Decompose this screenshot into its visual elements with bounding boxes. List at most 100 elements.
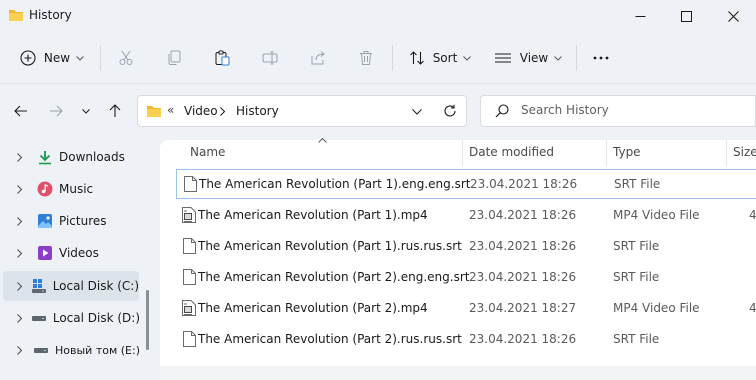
sort-button[interactable]: Sort bbox=[404, 40, 476, 76]
chevron-right-icon[interactable] bbox=[17, 313, 23, 323]
search-box[interactable] bbox=[480, 95, 756, 127]
sidebar-scrollbar[interactable] bbox=[146, 290, 149, 350]
column-divider[interactable] bbox=[462, 140, 463, 166]
sidebar-item-videos[interactable]: Videos bbox=[0, 238, 140, 268]
share-button[interactable] bbox=[304, 40, 332, 76]
more-options-button[interactable] bbox=[586, 40, 616, 76]
file-type: SRT File bbox=[614, 177, 661, 191]
rename-button[interactable] bbox=[256, 40, 284, 76]
folder-icon bbox=[8, 8, 24, 22]
column-header-type[interactable]: Type bbox=[613, 145, 641, 159]
view-icon bbox=[494, 51, 512, 65]
file-row[interactable]: The American Revolution (Part 2).mp4 23.… bbox=[176, 293, 756, 323]
new-label: New bbox=[43, 51, 71, 65]
paste-button[interactable] bbox=[208, 40, 236, 76]
toolbar-bottom-divider bbox=[0, 83, 756, 84]
file-row[interactable]: The American Revolution (Part 2).rus.rus… bbox=[176, 324, 756, 354]
close-button[interactable] bbox=[710, 0, 756, 32]
chevron-right-icon[interactable] bbox=[17, 248, 29, 258]
arrow-up-icon bbox=[109, 104, 121, 118]
chevron-down-icon[interactable] bbox=[412, 109, 422, 115]
video-file-icon bbox=[181, 207, 197, 223]
file-row[interactable]: The American Revolution (Part 1).eng.eng… bbox=[176, 169, 756, 199]
pictures-icon bbox=[37, 213, 53, 229]
chevron-right-icon[interactable] bbox=[17, 281, 23, 291]
horizontal-scrollbar[interactable] bbox=[160, 366, 756, 380]
address-bar[interactable]: « Video History bbox=[137, 95, 467, 127]
minimize-icon bbox=[635, 11, 646, 22]
forward-button[interactable] bbox=[43, 96, 69, 126]
file-type: MP4 Video File bbox=[613, 301, 700, 315]
chevron-right-icon[interactable] bbox=[17, 345, 25, 355]
column-divider[interactable] bbox=[606, 140, 607, 166]
file-date: 23.04.2021 18:26 bbox=[469, 239, 577, 253]
file-row[interactable]: The American Revolution (Part 1).mp4 23.… bbox=[176, 200, 756, 230]
chevron-right-icon[interactable] bbox=[17, 184, 29, 194]
copy-button[interactable] bbox=[160, 40, 188, 76]
sidebar-item-label: Pictures bbox=[59, 214, 107, 228]
file-type: MP4 Video File bbox=[613, 208, 700, 222]
refresh-button[interactable] bbox=[437, 96, 463, 126]
file-type: SRT File bbox=[613, 332, 660, 346]
search-icon bbox=[495, 104, 509, 118]
chevron-right-icon[interactable] bbox=[220, 107, 225, 116]
delete-icon bbox=[358, 50, 374, 66]
copy-icon bbox=[166, 50, 182, 66]
cut-icon bbox=[118, 50, 134, 66]
breadcrumb-video[interactable]: Video bbox=[184, 104, 218, 118]
sidebar-item-label: Local Disk (D:) bbox=[52, 311, 140, 325]
videos-icon bbox=[37, 245, 53, 261]
new-button[interactable]: New bbox=[12, 40, 92, 76]
recent-locations-button[interactable] bbox=[74, 96, 98, 126]
file-date: 23.04.2021 18:26 bbox=[469, 270, 577, 284]
file-name: The American Revolution (Part 1).mp4 bbox=[198, 208, 428, 222]
maximize-button[interactable] bbox=[663, 0, 709, 32]
toolbar-divider bbox=[576, 45, 577, 71]
toolbar-divider bbox=[392, 45, 393, 71]
column-header-name[interactable]: Name bbox=[190, 145, 225, 159]
windows-drive-icon bbox=[31, 278, 47, 294]
up-button[interactable] bbox=[102, 96, 128, 126]
download-icon bbox=[37, 149, 53, 165]
sidebar-item-label: Downloads bbox=[59, 150, 125, 164]
text-file-icon bbox=[181, 269, 197, 285]
sidebar-item-label: Новый том (E:) bbox=[55, 343, 140, 357]
sidebar-item-new-volume-e[interactable]: Новый том (E:) bbox=[0, 335, 140, 365]
chevron-right-icon[interactable] bbox=[17, 216, 29, 226]
sidebar-item-local-disk-d[interactable]: Local Disk (D:) bbox=[0, 303, 140, 333]
sort-icon bbox=[409, 50, 425, 66]
chevron-right-icon[interactable] bbox=[17, 152, 29, 162]
back-button[interactable] bbox=[8, 96, 34, 126]
breadcrumb-history[interactable]: History bbox=[236, 104, 279, 118]
delete-button[interactable] bbox=[352, 40, 380, 76]
cut-button[interactable] bbox=[112, 40, 140, 76]
search-input[interactable] bbox=[521, 103, 741, 117]
close-icon bbox=[727, 10, 739, 22]
sidebar-item-local-disk-c[interactable]: Local Disk (C:) bbox=[3, 271, 139, 301]
toolbar-divider bbox=[100, 45, 101, 71]
text-file-icon bbox=[182, 176, 198, 192]
column-header-size[interactable]: Size bbox=[733, 145, 756, 159]
file-row[interactable]: The American Revolution (Part 2).eng.eng… bbox=[176, 262, 756, 292]
file-date: 23.04.2021 18:26 bbox=[469, 332, 577, 346]
minimize-button[interactable] bbox=[617, 0, 663, 32]
file-name: The American Revolution (Part 1).rus.rus… bbox=[198, 239, 462, 253]
chevron-down-icon bbox=[82, 108, 90, 114]
sidebar-item-downloads[interactable]: Downloads bbox=[0, 142, 140, 172]
drive-icon bbox=[31, 310, 47, 326]
file-row[interactable]: The American Revolution (Part 1).rus.rus… bbox=[176, 231, 756, 261]
file-date: 23.04.2021 18:26 bbox=[470, 177, 578, 191]
video-file-icon bbox=[181, 300, 197, 316]
text-file-icon bbox=[181, 238, 197, 254]
view-label: View bbox=[519, 51, 549, 65]
column-divider[interactable] bbox=[726, 140, 727, 166]
breadcrumb-overflow[interactable]: « bbox=[167, 103, 174, 117]
drive-icon bbox=[33, 342, 49, 358]
music-icon bbox=[37, 181, 53, 197]
window-title: History bbox=[29, 8, 72, 22]
sidebar-item-pictures[interactable]: Pictures bbox=[0, 206, 140, 236]
column-header-date-modified[interactable]: Date modified bbox=[469, 145, 554, 159]
view-button[interactable]: View bbox=[490, 40, 566, 76]
sidebar-item-music[interactable]: Music bbox=[0, 174, 140, 204]
folder-icon bbox=[146, 104, 162, 118]
